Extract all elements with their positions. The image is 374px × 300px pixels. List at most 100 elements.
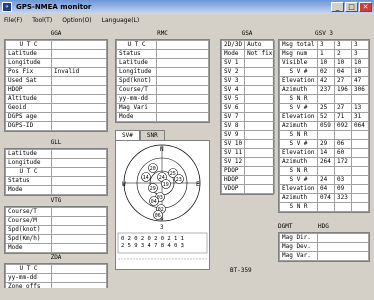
field-value xyxy=(51,225,107,235)
field-value xyxy=(334,130,352,140)
field-value: 1 xyxy=(317,49,335,59)
table-row: SV 8 xyxy=(220,121,276,131)
field-label: Azimuth xyxy=(279,157,318,167)
compass-n: N xyxy=(160,146,164,153)
field-value: 27 xyxy=(334,103,352,113)
table-row: HDOP xyxy=(5,85,107,95)
table-row: U T C xyxy=(5,40,107,50)
menu-bar: File(F) Tool(T) Option(O) Language(L) xyxy=(0,14,374,26)
table-row: S V #25 27 13 xyxy=(279,103,369,113)
field-value: 60 xyxy=(334,148,352,158)
field-label: yy-mm-dd xyxy=(5,273,52,283)
table-row: SV 6 xyxy=(220,103,276,113)
field-label: Used Sat xyxy=(5,76,52,86)
tab-snr[interactable]: SNR xyxy=(139,130,165,140)
field-label: SV 10 xyxy=(220,139,246,149)
table-row: Status xyxy=(116,49,209,59)
table-row: Longitude xyxy=(116,67,209,77)
field-value xyxy=(156,58,209,68)
table-row: Used Sat xyxy=(5,76,107,86)
field-label: SV 2 xyxy=(220,67,246,77)
field-label: Status xyxy=(5,176,52,186)
field-value xyxy=(351,157,369,167)
field-value xyxy=(351,130,369,140)
satellite-label: 19 xyxy=(163,182,169,188)
field-value: 196 xyxy=(334,85,352,95)
field-label: S V # xyxy=(279,175,318,185)
field-value xyxy=(156,49,209,59)
tab-sv[interactable]: SV# xyxy=(115,130,140,140)
field-value xyxy=(244,130,276,140)
field-value: 10 xyxy=(351,67,369,77)
field-value: 3 xyxy=(351,40,369,50)
field-value: 03 xyxy=(334,175,352,185)
table-row: SV 2 xyxy=(220,67,276,77)
field-value: 27 xyxy=(334,76,352,86)
window-title: GPS-NMEA monitor xyxy=(16,3,92,11)
table-row: Course/T xyxy=(5,207,107,217)
satellite-label: 20 xyxy=(150,166,156,172)
table-row: SV 4 xyxy=(220,85,276,95)
signal-line-2: 2 5 9 3 4 7 8 4 0 3 xyxy=(121,243,184,249)
skyview-panel: N S E W 14 20 29 24 25 23 19 03 04 02 06 3 0 2 0 2… xyxy=(115,140,210,270)
table-row: Course/T xyxy=(116,85,209,95)
table-row: Geoid xyxy=(5,103,107,113)
field-value: 172 xyxy=(334,157,352,167)
field-label: Spd(knot) xyxy=(5,225,52,235)
field-label: Mode xyxy=(5,243,52,253)
field-label: 2D/3D xyxy=(220,40,246,50)
table-row: Latitude xyxy=(5,149,107,159)
field-value: 42 xyxy=(317,76,335,86)
field-value: 237 xyxy=(317,85,335,95)
window-controls: _ □ ✕ xyxy=(331,2,372,12)
table-row: S V #24 03 xyxy=(279,175,369,185)
menu-tool[interactable]: Tool(T) xyxy=(32,17,52,24)
menu-option[interactable]: Option(O) xyxy=(62,17,91,24)
field-label: S V # xyxy=(279,139,318,149)
field-label: SV 1 xyxy=(220,58,246,68)
field-value xyxy=(351,202,369,212)
field-value xyxy=(51,40,107,50)
dgmt-table: Mag Dir. Mag Dev. Mag Var. xyxy=(279,233,369,261)
field-value: 064 xyxy=(351,121,369,131)
field-value: 52 xyxy=(317,112,335,122)
table-row: Azimuth 264 172 xyxy=(279,157,369,167)
field-value: 264 xyxy=(317,157,335,167)
field-value xyxy=(156,85,209,95)
table-row: Altitude xyxy=(5,94,107,104)
field-label: SV 8 xyxy=(220,121,246,131)
close-button[interactable]: ✕ xyxy=(359,2,372,12)
table-row: Mode xyxy=(5,185,107,195)
menu-file[interactable]: File(F) xyxy=(4,17,22,24)
field-value: 04 xyxy=(317,184,335,194)
field-label: HDOP xyxy=(220,175,246,185)
field-value xyxy=(156,94,209,104)
minimize-button[interactable]: _ xyxy=(331,2,344,12)
gsv-panel: Msg total 3 3 3 Msg num 1 2 3 Visible 10 10 10 S V #… xyxy=(278,39,370,213)
field-label: Altitude xyxy=(5,94,52,104)
field-value: 09 xyxy=(334,184,352,194)
field-label: S N R xyxy=(279,94,318,104)
table-row: S V #29 06 xyxy=(279,139,369,149)
table-row: Msg total 3 3 3 xyxy=(279,40,369,50)
vtg-table: Course/T Course/M Spd(knot) Spd(Km/h) Mode xyxy=(5,207,107,253)
maximize-button[interactable]: □ xyxy=(345,2,358,12)
table-row: U T C xyxy=(5,264,107,274)
table-row: S N R xyxy=(279,202,369,212)
field-label: Azimuth xyxy=(279,85,318,95)
field-label: Visible xyxy=(279,58,318,68)
table-row: Latitude xyxy=(5,49,107,59)
field-label: U T C xyxy=(5,264,52,274)
satellite-label: 14 xyxy=(143,175,149,181)
menu-language[interactable]: Language(L) xyxy=(102,17,140,24)
gsa-table: 2D/3D Auto Mode Not fix SV 1 SV 2 SV 3 SV 4 SV 5… xyxy=(220,40,276,194)
table-row: yy-mm-dd xyxy=(5,273,107,283)
field-value xyxy=(351,193,369,203)
gsv-title: GSV 3 xyxy=(314,30,334,37)
field-value xyxy=(244,175,276,185)
field-value xyxy=(51,216,107,226)
field-value xyxy=(244,139,276,149)
field-value xyxy=(244,148,276,158)
field-value xyxy=(244,166,276,176)
table-row: VDOP xyxy=(220,184,276,194)
